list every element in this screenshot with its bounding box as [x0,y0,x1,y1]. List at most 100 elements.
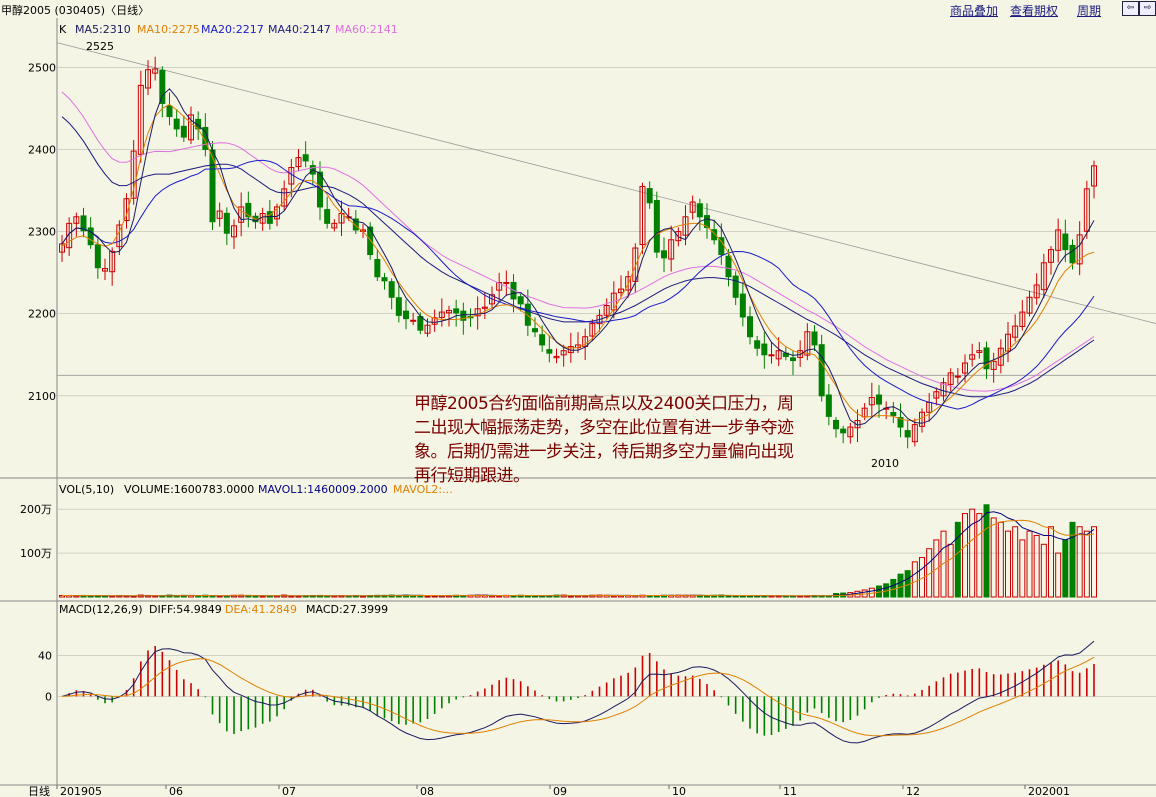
x-axis-label: 06 [169,785,183,797]
volume-bar [997,521,1004,598]
legend-ma40: MA40:2147 [268,23,331,36]
volume-bar [911,561,918,598]
candle-body [403,310,409,320]
candle-body [954,375,961,378]
x-axis-label: 202001 [1028,785,1070,797]
high-price-label: 2525 [86,40,114,53]
ma10-line [61,103,1095,421]
candle-body [811,331,818,346]
price-tick-label: 2400 [28,143,56,156]
price-tick-label: 2100 [28,390,56,403]
y-axis-ticks: 2500 2400 2300 2200 2100 200万 100万 40 0 [20,61,56,703]
macd-panel [61,640,1095,744]
volume-bar [431,595,438,598]
volume-bar [209,595,216,598]
volume-bar [1062,539,1069,598]
volume-bar [983,504,990,598]
volume-bar [725,595,732,598]
x-axis-label: 07 [282,785,296,797]
candle-body [761,343,768,356]
candle-body [833,419,839,430]
legend-volume: VOLUME:1600783.0000 [124,483,254,496]
volume-bar [947,543,954,598]
volume-tick-label: 200万 [20,503,52,516]
legend-ma60: MA60:2141 [335,23,398,36]
candle-body [739,293,746,318]
annotation-text: 甲醇2005合约面临前期高点以及2400关口压力，周二出现大幅振荡走势，多空在此… [414,394,794,486]
candle-body [173,118,180,130]
volume-bar [1069,521,1076,598]
volume-bar [954,521,961,598]
volume-bar [259,595,266,598]
candle-body [417,316,424,331]
volume-bar [252,595,259,598]
legend-ma20: MA20:2217 [201,23,264,36]
candle-body [876,394,882,405]
volume-bar [496,595,503,598]
volume-bar [897,573,904,598]
x-axis-label: 10 [672,785,686,797]
volume-bar [962,513,968,598]
volume-bar [1040,543,1047,598]
volume-bar [1091,526,1097,598]
x-axis-label: 11 [783,785,797,797]
volume-bar [990,517,997,598]
volume-bar [1048,526,1054,598]
volume-bar [610,595,617,598]
ma5-line [61,88,1095,426]
candle-body [818,344,825,397]
legend-ma10: MA10:2275 [137,23,200,36]
candle-body [696,203,703,218]
volume-bar [890,578,897,598]
candle-body [381,277,388,282]
candle-body [94,244,101,269]
volume-bar [1055,552,1062,598]
volume-bar [1019,539,1026,598]
volume-bar [567,595,574,598]
legend-vol: VOL(5,10) [59,483,114,496]
legend-macd: MACD(12,26,9) [59,603,143,616]
candle-body [725,255,732,278]
candle-body [754,340,761,349]
candle-body [718,237,725,256]
x-axis-label: 12 [906,785,920,797]
x-axis-label: 09 [553,785,567,797]
macd-tick-label: 0 [45,690,52,703]
volume-bar [704,595,710,598]
grid-lines [57,66,1156,697]
price-tick-label: 2300 [28,226,56,239]
candle-body [747,316,753,338]
candle-body [768,354,775,357]
candle-body [159,69,166,104]
low-price-label: 2010 [871,457,899,470]
volume-bar [1026,530,1033,598]
price-tick-label: 2200 [28,308,56,321]
volume-bars [59,504,1097,598]
candle-body [388,281,395,298]
candle-body [732,275,739,298]
candle-body [790,357,796,362]
x-axis-label: 08 [420,785,434,797]
candle-body [825,394,832,417]
legend-ma5: MA5:2310 [75,23,131,36]
candle-body [87,227,94,246]
candle-body [1069,244,1076,264]
candle-body [395,297,402,316]
candle-body [840,428,847,434]
volume-bar [1012,526,1019,598]
legend-macd-value: MACD:27.3999 [306,603,388,616]
candle-body [324,209,331,224]
candle-body [653,200,660,253]
candle-body [180,125,187,138]
x-axis-label: 日线 [28,784,50,797]
candle-body [302,154,309,162]
volume-bar [1083,530,1090,598]
macd-tick-label: 40 [38,650,52,663]
legend-diff: DIFF:54.9849 [149,603,222,616]
volume-bar [1076,526,1083,598]
resistance-trendline [56,42,1156,324]
candle-body [453,308,460,314]
volume-bar [87,595,94,598]
volume-bar [1033,535,1040,598]
candle-body [166,105,173,118]
